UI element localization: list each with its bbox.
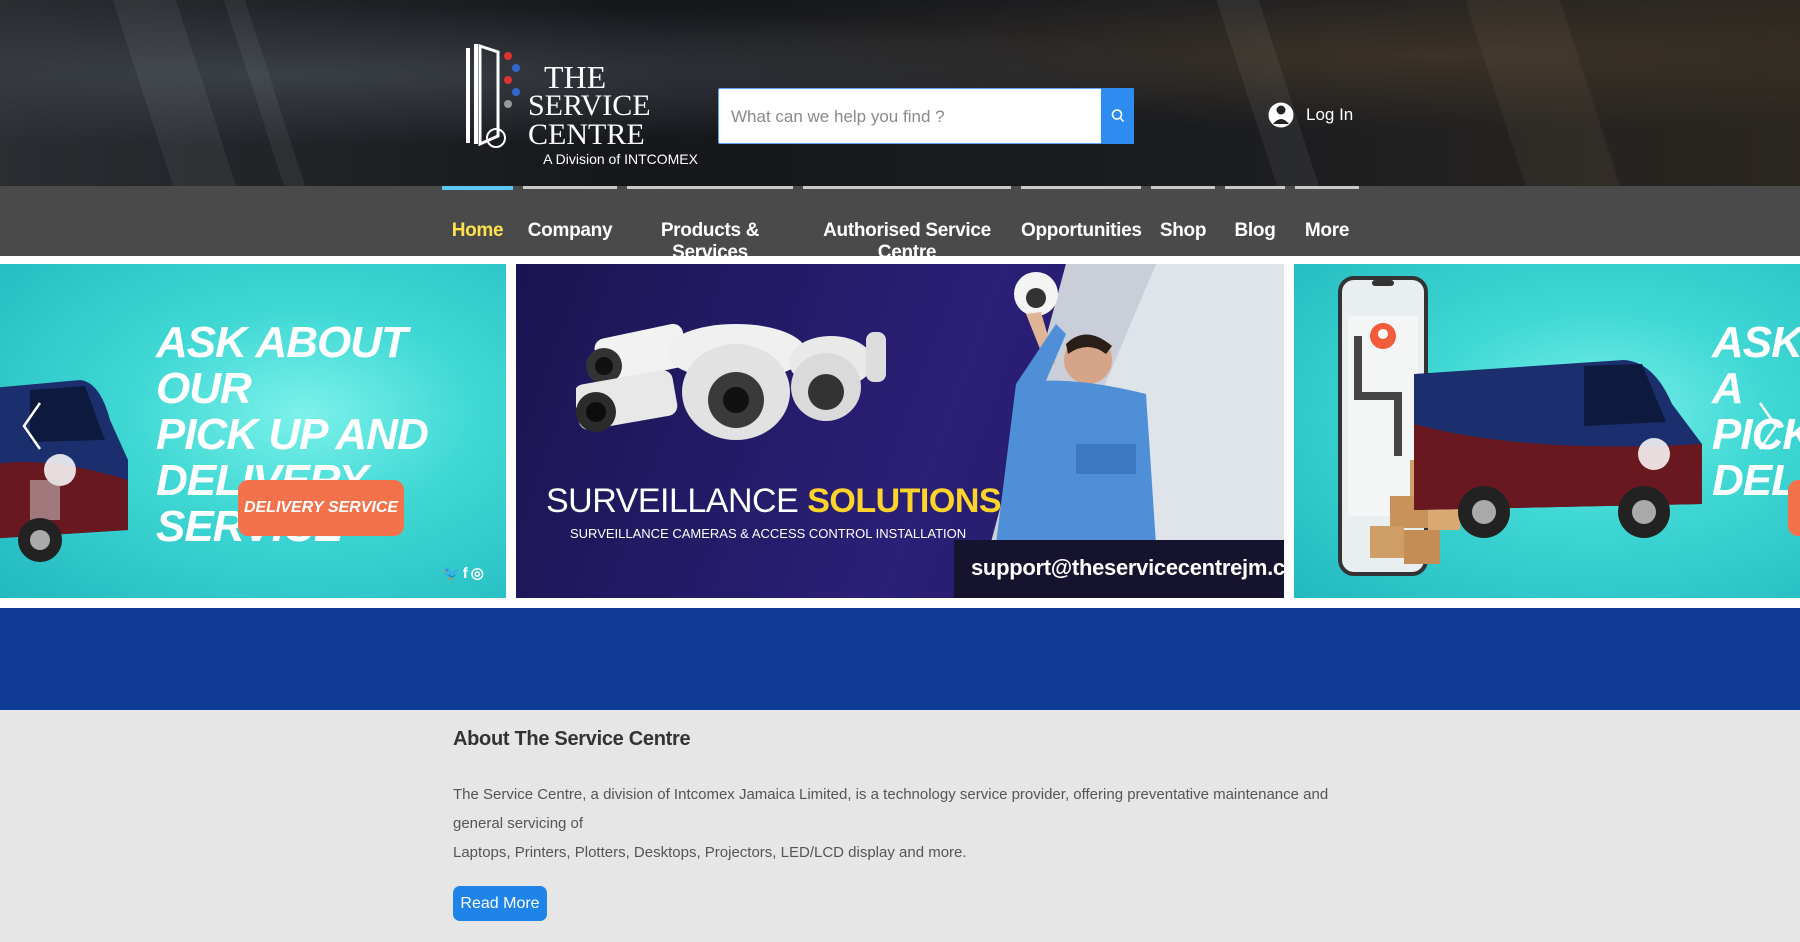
logo-line-2: SERVICE CENTRE — [528, 89, 651, 151]
delivery-van-image — [1414, 360, 1702, 538]
logo-text: THE SERVICE CENTRE A Division of INTCOME… — [528, 59, 698, 168]
social-icons: 🐦 f ◎ — [442, 564, 484, 582]
surveillance-subtitle: SURVEILLANCE CAMERAS & ACCESS CONTROL IN… — [570, 526, 967, 541]
headline-line-3: DELI — [1712, 456, 1800, 505]
title-part-a: SURVEILLANCE — [546, 482, 799, 520]
nav-item-blog[interactable]: Blog — [1225, 186, 1285, 256]
nav-divider — [803, 186, 1011, 189]
slide-surveillance[interactable]: SURVEILLANCE SOLUTIONS SURVEILLANCE CAME… — [516, 264, 1284, 598]
blue-band — [0, 608, 1800, 710]
nav-item-more[interactable]: More — [1295, 186, 1359, 256]
twitter-icon[interactable]: 🐦 — [442, 565, 461, 582]
read-more-button[interactable]: Read More — [453, 886, 547, 921]
surveillance-title: SURVEILLANCE SOLUTIONS — [546, 482, 1002, 521]
search-input[interactable] — [729, 89, 1093, 145]
slide-delivery-right[interactable]: ASK A PICK DELI — [1294, 264, 1800, 598]
login-label: Log In — [1306, 105, 1354, 124]
nav-item-label: Blog — [1234, 220, 1276, 241]
nav-item-label: Opportunities — [1021, 220, 1142, 241]
nav-item-home[interactable]: Home — [442, 186, 513, 256]
site-logo[interactable]: THE SERVICE CENTRE A Division of INTCOME… — [458, 40, 698, 167]
nav-item-label: Shop — [1159, 220, 1207, 241]
headline-line-2: PICK UP AND — [156, 410, 429, 459]
nav-item-company[interactable]: Company — [523, 186, 617, 256]
delivery-service-button[interactable] — [1788, 480, 1800, 536]
site-header: THE SERVICE CENTRE A Division of INTCOME… — [0, 0, 1800, 186]
search-button[interactable] — [1101, 88, 1134, 144]
logo-line-1: THE — [544, 59, 607, 95]
nav-divider — [627, 186, 793, 189]
nav-divider — [1225, 186, 1285, 189]
nav-active-indicator — [442, 186, 513, 190]
nav-divider — [1151, 186, 1215, 189]
nav-divider — [1295, 186, 1359, 189]
search-icon — [1111, 109, 1124, 123]
about-description: The Service Centre, a division of Intcom… — [453, 780, 1353, 867]
about-line-2: Laptops, Printers, Plotters, Desktops, P… — [453, 844, 967, 861]
nav-divider — [1021, 186, 1141, 189]
nav-item-opportunities[interactable]: Opportunities — [1021, 186, 1142, 256]
headline-line-1: ASK ABOUT OUR — [156, 318, 408, 413]
delivery-service-button[interactable]: DELIVERY SERVICE — [238, 480, 404, 536]
about-line-1: The Service Centre, a division of Intcom… — [453, 786, 1329, 832]
title-part-b: SOLUTIONS — [807, 482, 1002, 520]
hero-slider: ASK ABOUT OUR PICK UP AND DELIVERY SERVI… — [0, 256, 1800, 608]
headline-line-1: ASK A — [1712, 318, 1800, 413]
support-email[interactable]: support@theservicecentrejm.com — [971, 555, 1284, 581]
facebook-icon[interactable]: f — [463, 565, 468, 582]
slide-delivery-left[interactable]: ASK ABOUT OUR PICK UP AND DELIVERY SERVI… — [0, 264, 506, 598]
logo-emblem-icon — [466, 43, 520, 148]
search-bar — [718, 88, 1134, 145]
main-nav: Home Company Products & Services Authori… — [0, 186, 1800, 263]
nav-item-label: Company — [527, 220, 613, 241]
delivery-van-image — [0, 380, 128, 562]
nav-item-label: More — [1304, 220, 1350, 241]
login-button[interactable]: Log In — [1268, 96, 1353, 134]
nav-item-shop[interactable]: Shop — [1151, 186, 1215, 256]
chevron-right-icon[interactable] — [1756, 401, 1780, 451]
logo-line-3: A Division of INTCOMEX — [543, 151, 698, 168]
about-title: About The Service Centre — [453, 728, 691, 750]
nav-divider — [523, 186, 617, 189]
nav-item-label: Home — [451, 220, 504, 241]
user-avatar-icon — [1268, 102, 1294, 128]
nav-item-products-services[interactable]: Products & Services — [627, 186, 793, 263]
instagram-icon[interactable]: ◎ — [471, 565, 484, 582]
nav-item-authorised-service-centre[interactable]: Authorised Service Centre — [803, 186, 1011, 263]
security-cameras-image — [576, 323, 886, 440]
chevron-left-icon[interactable] — [20, 401, 44, 451]
